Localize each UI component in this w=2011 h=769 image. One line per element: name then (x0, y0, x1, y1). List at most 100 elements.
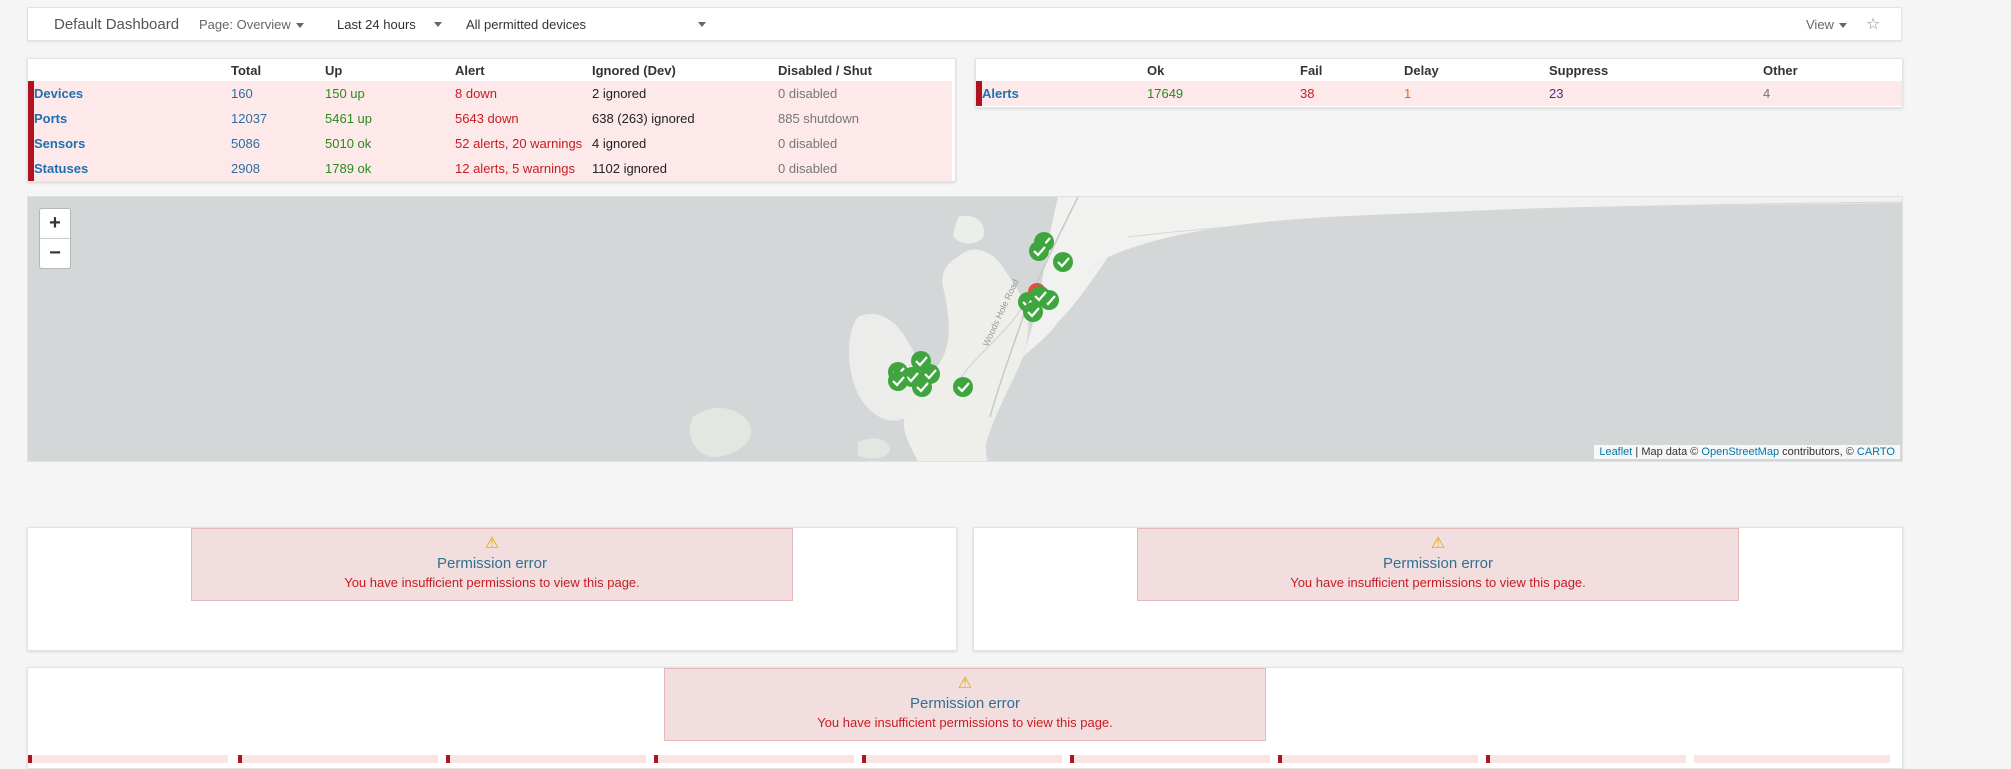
device-marker-ok[interactable] (953, 377, 973, 397)
zoom-in-button[interactable]: + (40, 209, 70, 239)
period-select[interactable]: Last 24 hours (337, 17, 416, 32)
sensors-up[interactable]: 5010 ok (325, 131, 455, 156)
devices-up[interactable]: 150 up (325, 81, 455, 106)
row-label-statuses[interactable]: Statuses (28, 156, 231, 181)
partial-card (446, 755, 646, 763)
star-icon[interactable]: ☆ (1866, 14, 1880, 34)
error-title: Permission error (1382, 555, 1494, 572)
carto-link[interactable]: CARTO (1857, 446, 1895, 458)
alerts-summary-table: Ok Fail Delay Suppress Other Alerts 1764… (976, 59, 1902, 106)
ports-ignored[interactable]: 638 (263) ignored (592, 106, 778, 131)
statuses-disabled[interactable]: 0 disabled (778, 156, 952, 181)
widget-panel-wide: ⚠ Permission error You have insufficient… (27, 667, 1903, 769)
device-map[interactable]: Woods Hole Road + − Leaflet | Map data ©… (27, 196, 1903, 462)
leaflet-link[interactable]: Leaflet (1599, 446, 1632, 458)
ports-total[interactable]: 12037 (231, 106, 325, 131)
column-header-total: Total (231, 62, 262, 78)
status-summary-panel: Total Up Alert Ignored (Dev) Disabled / … (27, 58, 956, 182)
table-row-devices: Devices 160 150 up 8 down 2 ignored 0 di… (28, 81, 952, 106)
map-markers (888, 232, 1073, 397)
device-marker-ok[interactable] (912, 377, 932, 397)
partial-card (238, 755, 438, 763)
alerts-ok[interactable]: 17649 (1147, 81, 1300, 106)
sensors-disabled[interactable]: 0 disabled (778, 131, 952, 156)
status-summary-table: Total Up Alert Ignored (Dev) Disabled / … (28, 59, 955, 181)
table-header-row: Total Up Alert Ignored (Dev) Disabled / … (31, 59, 952, 81)
statuses-alert[interactable]: 12 alerts, 5 warnings (455, 156, 592, 181)
partial-card (1486, 755, 1686, 763)
alerts-summary-panel: Ok Fail Delay Suppress Other Alerts 1764… (975, 58, 1903, 108)
partial-card (1694, 755, 1890, 763)
view-menu[interactable]: View (1806, 17, 1847, 32)
row-label-ports[interactable]: Ports (28, 106, 231, 131)
device-marker-ok[interactable] (888, 371, 908, 391)
devices-caret-down-icon[interactable] (698, 22, 706, 27)
ports-disabled[interactable]: 885 shutdown (778, 106, 952, 131)
ports-up[interactable]: 5461 up (325, 106, 455, 131)
attribution-text-1: | Map data © (1632, 446, 1702, 458)
error-message: You have insufficient permissions to vie… (344, 575, 640, 590)
device-marker-ok[interactable] (1053, 252, 1073, 272)
devices-alert[interactable]: 8 down (455, 81, 592, 106)
device-marker-ok[interactable] (1029, 241, 1049, 261)
page-select-label: Page: Overview (199, 17, 291, 32)
permission-error-box: ⚠ Permission error You have insufficient… (191, 528, 793, 601)
caret-down-icon (295, 23, 304, 29)
table-row-sensors: Sensors 5086 5010 ok 52 alerts, 20 warni… (28, 131, 952, 156)
ports-alert[interactable]: 5643 down (455, 106, 592, 131)
alerts-other[interactable]: 4 (1763, 81, 1902, 106)
partial-card (862, 755, 1062, 763)
sensors-total[interactable]: 5086 (231, 131, 325, 156)
warning-icon: ⚠ (484, 535, 500, 552)
statuses-total[interactable]: 2908 (231, 156, 325, 181)
row-label-alerts[interactable]: Alerts (976, 81, 1147, 106)
error-title: Permission error (909, 695, 1021, 712)
alerts-delay[interactable]: 1 (1404, 81, 1549, 106)
page-select[interactable]: Page: Overview (199, 17, 304, 32)
devices-disabled[interactable]: 0 disabled (778, 81, 952, 106)
row-label-sensors[interactable]: Sensors (28, 131, 231, 156)
devices-ignored[interactable]: 2 ignored (592, 81, 778, 106)
devices-select-label: All permitted devices (466, 17, 586, 32)
column-header-disabled: Disabled / Shut (778, 62, 872, 78)
zoom-out-button[interactable]: − (40, 239, 70, 268)
partial-card (1070, 755, 1270, 763)
column-header-alert: Alert (455, 62, 485, 78)
period-select-label: Last 24 hours (337, 17, 416, 32)
partial-card (1278, 755, 1478, 763)
permission-error-box: ⚠ Permission error You have insufficient… (664, 668, 1266, 741)
column-header-delay: Delay (1404, 62, 1439, 78)
column-header-suppress: Suppress (1549, 62, 1609, 78)
table-header-row: Ok Fail Delay Suppress Other (979, 59, 1902, 81)
column-header-other: Other (1763, 62, 1798, 78)
statuses-up[interactable]: 1789 ok (325, 156, 455, 181)
column-header-ignored: Ignored (Dev) (592, 62, 676, 78)
partial-card (654, 755, 854, 763)
caret-down-icon (1838, 23, 1847, 29)
error-message: You have insufficient permissions to vie… (1290, 575, 1586, 590)
partial-card (28, 755, 228, 763)
device-marker-ok[interactable] (1023, 302, 1043, 322)
column-header-ok: Ok (1147, 62, 1165, 78)
row-label-devices[interactable]: Devices (28, 81, 231, 106)
permission-error-box: ⚠ Permission error You have insufficient… (1137, 528, 1739, 601)
error-message: You have insufficient permissions to vie… (817, 715, 1113, 730)
devices-select[interactable]: All permitted devices (466, 17, 586, 32)
dashboard-title: Default Dashboard (54, 16, 180, 33)
openstreetmap-link[interactable]: OpenStreetMap (1701, 446, 1779, 458)
attribution-text-2: contributors, © (1779, 446, 1857, 458)
warning-icon: ⚠ (957, 675, 973, 692)
sensors-alert[interactable]: 52 alerts, 20 warnings (455, 131, 592, 156)
dashboard-navbar: Default Dashboard Page: Overview Last 24… (27, 7, 1902, 41)
sensors-ignored[interactable]: 4 ignored (592, 131, 778, 156)
devices-total[interactable]: 160 (231, 81, 325, 106)
alerts-fail[interactable]: 38 (1300, 81, 1404, 106)
view-menu-label: View (1806, 17, 1834, 32)
widget-panel-right: ⚠ Permission error You have insufficient… (973, 527, 1903, 651)
period-caret-down-icon[interactable] (434, 22, 442, 27)
alerts-suppress[interactable]: 23 (1549, 81, 1763, 106)
statuses-ignored[interactable]: 1102 ignored (592, 156, 778, 181)
error-title: Permission error (436, 555, 548, 572)
column-header-up: Up (325, 62, 343, 78)
map-zoom-control: + − (39, 208, 71, 269)
